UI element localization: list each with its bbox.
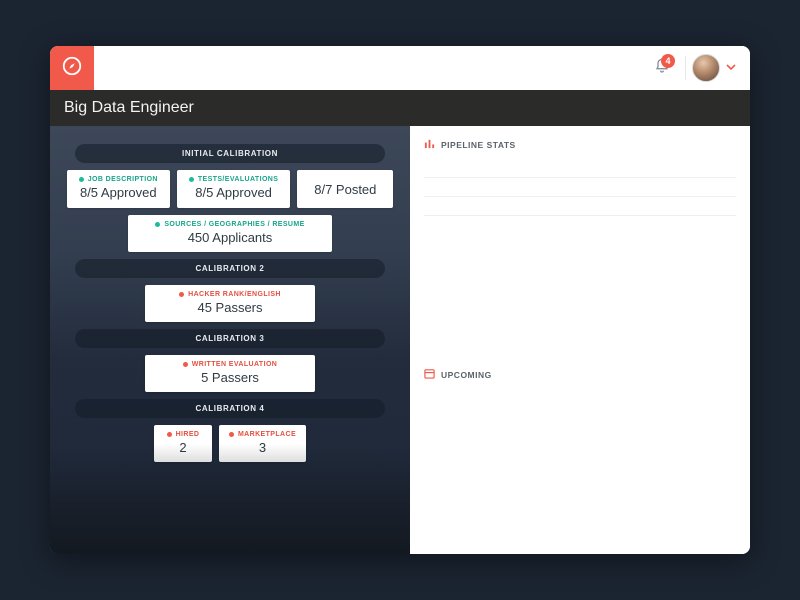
section-header: CALIBRATION 4 [75, 399, 385, 418]
card-row: JOB DESCRIPTION 8/5 Approved TESTS/EVALU… [67, 170, 394, 208]
page-title-bar: Big Data Engineer [50, 90, 750, 126]
card-tests-evaluations[interactable]: TESTS/EVALUATIONS 8/5 Approved [177, 170, 290, 208]
card-label: HIRED [176, 431, 200, 438]
status-dot-icon [167, 432, 172, 437]
card-label: SOURCES / GEOGRAPHIES / RESUME [164, 221, 304, 228]
card-job-description[interactable]: JOB DESCRIPTION 8/5 Approved [67, 170, 170, 208]
card-row: HACKER RANK/ENGLISH 45 Passers [145, 285, 315, 322]
divider [685, 56, 686, 80]
card-row: WRITTEN EVALUATION 5 Passers [145, 355, 315, 392]
card-posted[interactable]: 8/7 Posted [297, 170, 393, 208]
card-value: 450 Applicants [188, 230, 273, 245]
panel-upcoming: UPCOMING [410, 356, 750, 389]
topbar: 4 [50, 46, 750, 90]
status-dot-icon [155, 222, 160, 227]
avatar [692, 54, 720, 82]
bar-chart-icon [424, 138, 435, 151]
pipeline-column: INITIAL CALIBRATION JOB DESCRIPTION 8/5 … [50, 126, 410, 554]
brand-button[interactable] [50, 46, 94, 90]
section-header: CALIBRATION 2 [75, 259, 385, 278]
card-row: HIRED 2 MARKETPLACE 3 [154, 425, 306, 462]
card-value: 45 Passers [197, 300, 262, 315]
panel-body [410, 177, 750, 244]
card-hacker-rank[interactable]: HACKER RANK/ENGLISH 45 Passers [145, 285, 315, 322]
card-row: SOURCES / GEOGRAPHIES / RESUME 450 Appli… [128, 215, 332, 252]
status-dot-icon [229, 432, 234, 437]
card-label: TESTS/EVALUATIONS [198, 176, 278, 183]
status-dot-icon [79, 177, 84, 182]
calendar-icon [424, 368, 435, 381]
status-dot-icon [183, 362, 188, 367]
card-label: JOB DESCRIPTION [88, 176, 158, 183]
card-label: WRITTEN EVALUATION [192, 361, 278, 368]
chevron-down-icon [726, 59, 736, 77]
card-value: 5 Passers [201, 370, 259, 385]
card-value: 8/5 Approved [80, 185, 157, 200]
card-label: MARKETPLACE [238, 431, 296, 438]
card-hired[interactable]: HIRED 2 [154, 425, 212, 462]
notification-badge: 4 [661, 54, 675, 68]
card-marketplace[interactable]: MARKETPLACE 3 [219, 425, 306, 462]
card-value: 8/7 Posted [314, 182, 376, 197]
panel-pipeline-stats: PIPELINE STATS [410, 126, 750, 356]
card-label: HACKER RANK/ENGLISH [188, 291, 281, 298]
sidebar-right: PIPELINE STATS UPCOMING [410, 126, 750, 554]
panel-title: UPCOMING [441, 370, 492, 380]
section-header: CALIBRATION 3 [75, 329, 385, 348]
notifications-button[interactable]: 4 [645, 46, 679, 90]
card-written-eval[interactable]: WRITTEN EVALUATION 5 Passers [145, 355, 315, 392]
app-window: 4 Big Data Engineer INITIAL CALIBRATION … [50, 46, 750, 554]
compass-icon [61, 55, 83, 82]
user-menu[interactable] [692, 54, 750, 82]
section-header: INITIAL CALIBRATION [75, 144, 385, 163]
content: INITIAL CALIBRATION JOB DESCRIPTION 8/5 … [50, 126, 750, 554]
card-value: 3 [259, 440, 266, 455]
status-dot-icon [179, 292, 184, 297]
card-value: 8/5 Approved [195, 185, 272, 200]
panel-header: PIPELINE STATS [410, 126, 750, 159]
card-sources[interactable]: SOURCES / GEOGRAPHIES / RESUME 450 Appli… [128, 215, 332, 252]
card-value: 2 [179, 440, 186, 455]
panel-header: UPCOMING [410, 356, 750, 389]
page-title: Big Data Engineer [64, 99, 194, 117]
status-dot-icon [189, 177, 194, 182]
panel-title: PIPELINE STATS [441, 140, 516, 150]
